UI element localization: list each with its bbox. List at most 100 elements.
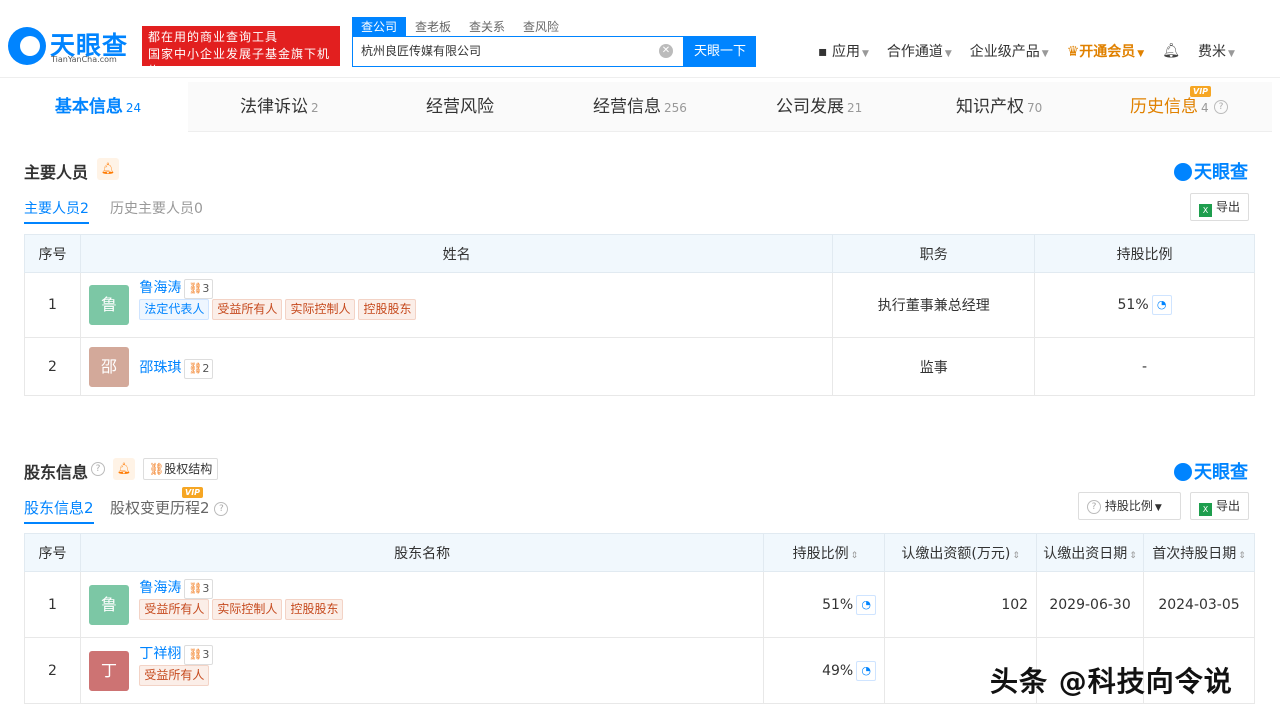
search-type-tabs: 查公司 查老板 查关系 查风险 bbox=[352, 17, 568, 37]
relation-count[interactable]: ⛓3 bbox=[184, 279, 214, 299]
person-name-link[interactable]: 鲁海涛 bbox=[139, 280, 181, 296]
relation-count[interactable]: ⛓2 bbox=[184, 358, 214, 379]
table-header-row: 序号 姓名 职务 持股比例 bbox=[24, 234, 1255, 273]
export-button[interactable]: X 导出 bbox=[1190, 492, 1250, 520]
search-tab-risk[interactable]: 查风险 bbox=[514, 17, 568, 37]
sort-icon: ⇕ bbox=[1129, 550, 1137, 561]
relation-count[interactable]: ⛓3 bbox=[184, 644, 214, 665]
equity-structure-label: 股权结构 bbox=[164, 462, 213, 476]
subtab-count: 2 bbox=[80, 201, 89, 217]
clear-icon[interactable]: ✕ bbox=[659, 44, 673, 58]
subtab-shareholders[interactable]: 股东信息2 bbox=[24, 497, 94, 524]
tag[interactable]: 控股股东 bbox=[358, 299, 417, 320]
export-label: 导出 bbox=[1216, 499, 1241, 513]
col-header-sortable[interactable]: 认缴出资日期 ⇕ bbox=[1036, 533, 1145, 572]
chevron-down-icon: ▼ bbox=[1137, 49, 1145, 59]
nav-app[interactable]: ▪ 应用 ▼ bbox=[818, 41, 869, 61]
relation-number: 3 bbox=[202, 282, 210, 295]
bell-icon[interactable]: 🔔︎ bbox=[113, 458, 135, 480]
help-icon[interactable]: ? bbox=[214, 501, 229, 516]
shareholder-name-link[interactable]: 鲁海涛 bbox=[139, 580, 181, 596]
tab-ip[interactable]: 知识产权 70 bbox=[956, 82, 1042, 132]
col-header-sortable[interactable]: 认缴出资额(万元) ⇕ bbox=[884, 533, 1038, 572]
crown-icon: ♛ bbox=[1066, 44, 1080, 60]
tab-legal[interactable]: 法律诉讼 2 bbox=[240, 82, 319, 132]
share-cell: - bbox=[1034, 337, 1255, 396]
avatar: 鲁 bbox=[88, 285, 129, 325]
tab-development[interactable]: 公司发展 21 bbox=[776, 82, 862, 132]
tab-business[interactable]: 经营信息 256 bbox=[593, 82, 687, 132]
tag[interactable]: 控股股东 bbox=[285, 598, 344, 620]
tab-label: 公司发展 bbox=[776, 97, 844, 117]
subtab-history-personnel[interactable]: 历史主要人员0 bbox=[110, 198, 203, 218]
tab-count: 4 bbox=[1201, 101, 1209, 115]
subtab-count: 2 bbox=[84, 499, 94, 517]
col-header: 姓名 bbox=[79, 234, 834, 273]
shareholder-name-link[interactable]: 丁祥栩 bbox=[139, 646, 181, 662]
pie-chart-icon[interactable]: ◔ bbox=[856, 594, 877, 615]
equity-structure-button[interactable]: ⛓股权结构 bbox=[143, 458, 219, 480]
nav-enterprise-label: 企业级产品 bbox=[969, 44, 1040, 60]
search-button[interactable]: 天眼一下 bbox=[684, 36, 756, 67]
bell-icon[interactable]: 🔔︎ bbox=[1162, 43, 1180, 59]
nav-user[interactable]: 费米 ▼ bbox=[1198, 41, 1235, 61]
tag[interactable]: 受益所有人 bbox=[139, 664, 210, 686]
subtab-label: 股权变更历程 bbox=[110, 499, 201, 517]
tab-basic-info[interactable]: 基本信息 24 bbox=[8, 82, 188, 132]
tab-count: 70 bbox=[1027, 101, 1043, 115]
bell-icon[interactable]: 🔔︎ bbox=[97, 158, 119, 180]
tianyancha-logo-icon bbox=[1174, 163, 1192, 181]
help-icon[interactable]: ? bbox=[1214, 100, 1229, 114]
tab-count: 256 bbox=[664, 101, 687, 115]
tag[interactable]: 受益所有人 bbox=[139, 598, 210, 620]
row-number: 2 bbox=[24, 637, 81, 704]
position-cell: 执行董事兼总经理 bbox=[832, 272, 1036, 338]
vip-badge: VIP bbox=[1190, 86, 1212, 97]
table-header-row: 序号 股东名称 持股比例 ⇕ 认缴出资额(万元) ⇕ 认缴出资日期 ⇕ 首次持股日期 ⇕ bbox=[24, 533, 1255, 572]
search-tab-boss[interactable]: 查老板 bbox=[406, 17, 460, 37]
person-name-link[interactable]: 邵珠琪 bbox=[139, 360, 181, 376]
nav-app-label: 应用 bbox=[831, 44, 860, 60]
help-icon[interactable]: ? bbox=[91, 462, 105, 476]
avatar: 鲁 bbox=[88, 584, 129, 625]
share-ratio-filter[interactable]: ? 持股比例 ▼ bbox=[1078, 492, 1181, 520]
sort-icon: ⇕ bbox=[1238, 550, 1246, 561]
shareholder-title: 股东信息 bbox=[24, 463, 89, 482]
pie-chart-icon[interactable]: ◔ bbox=[1151, 295, 1172, 315]
table-row: 2 邵 邵珠琪 ⛓2 监事 - bbox=[24, 337, 1255, 396]
tag[interactable]: 实际控制人 bbox=[285, 299, 356, 320]
nav-enterprise[interactable]: 企业级产品 ▼ bbox=[970, 41, 1049, 61]
search-input[interactable]: 杭州良匠传媒有限公司 ✕ bbox=[352, 36, 684, 67]
personnel-title: 主要人员 bbox=[24, 163, 89, 182]
export-button[interactable]: X 导出 bbox=[1190, 193, 1250, 221]
col-header-sortable[interactable]: 持股比例 ⇕ bbox=[763, 533, 886, 572]
top-nav: ▪ 应用 ▼ 合作通道 ▼ 企业级产品 ▼ ♛开通会员 ▼ 🔔︎ 费米 ▼ bbox=[818, 42, 1235, 60]
chevron-down-icon: ▼ bbox=[861, 49, 869, 59]
relation-count[interactable]: ⛓3 bbox=[184, 578, 214, 599]
nav-partner[interactable]: 合作通道 ▼ bbox=[887, 41, 952, 61]
share-value: 51% bbox=[822, 596, 854, 613]
search-tab-relation[interactable]: 查关系 bbox=[460, 17, 514, 37]
nav-vip-label: 开通会员 bbox=[1079, 44, 1136, 60]
pie-chart-icon[interactable]: ◔ bbox=[856, 660, 877, 681]
col-header-sortable[interactable]: 首次持股日期 ⇕ bbox=[1143, 533, 1255, 572]
main-tabs: 基本信息 24 法律诉讼 2 经营风险 经营信息 256 公司发展 21 知识产权 70 … bbox=[8, 82, 1272, 132]
brand-logo: 天眼查 bbox=[1174, 158, 1248, 184]
slogan-line-2: 国家中小企业发展子基金旗下机构 bbox=[148, 47, 331, 78]
tag[interactable]: 受益所有人 bbox=[212, 299, 283, 320]
relation-icon: ⛓ bbox=[188, 581, 203, 595]
subtab-label: 历史主要人员 bbox=[110, 201, 194, 217]
tag[interactable]: 法定代表人 bbox=[139, 299, 210, 320]
chevron-down-icon: ▼ bbox=[944, 49, 952, 59]
subtab-equity-change[interactable]: 股权变更历程2 ? bbox=[110, 497, 229, 518]
tag[interactable]: 实际控制人 bbox=[212, 598, 283, 620]
tianyancha-logo-icon[interactable] bbox=[8, 27, 46, 65]
nav-vip[interactable]: ♛开通会员 ▼ bbox=[1067, 41, 1144, 61]
tab-risk[interactable]: 经营风险 bbox=[426, 82, 494, 132]
tab-history[interactable]: 历史信息 4 ? bbox=[1130, 82, 1229, 132]
search-tab-company[interactable]: 查公司 bbox=[352, 17, 407, 37]
tab-label: 法律诉讼 bbox=[240, 97, 308, 117]
subtab-current-personnel[interactable]: 主要人员2 bbox=[24, 198, 89, 224]
tab-count: 2 bbox=[311, 101, 319, 115]
chevron-down-icon: ▼ bbox=[1227, 49, 1235, 59]
